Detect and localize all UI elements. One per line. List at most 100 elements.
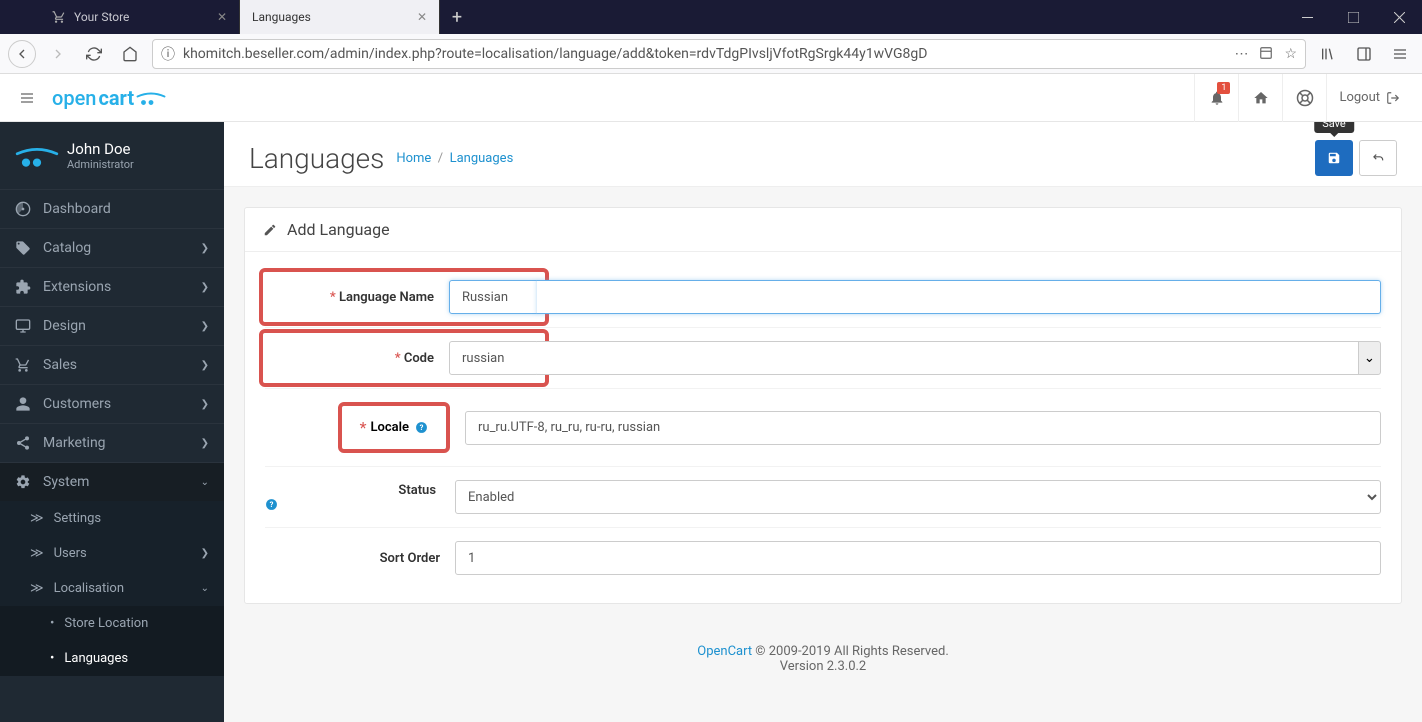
language-name-input[interactable] — [449, 280, 539, 314]
sidebar-subsub-languages[interactable]: • Languages — [0, 641, 224, 676]
profile-name: John Doe — [67, 140, 134, 158]
breadcrumb-home[interactable]: Home — [396, 151, 431, 166]
browser-toolbar: ⓘ khomitch.beseller.com/admin/index.php?… — [0, 34, 1422, 74]
page-header: Languages Home / Languages Save — [224, 122, 1422, 187]
home-link[interactable] — [1238, 74, 1282, 122]
browser-tab-0[interactable]: Your Store ✕ — [40, 0, 240, 34]
profile-block: John Doe Administrator — [0, 122, 224, 189]
form-panel: Add Language * Language Name * Code — [244, 207, 1402, 604]
breadcrumb-current[interactable]: Languages — [450, 151, 514, 166]
notification-badge: 1 — [1217, 82, 1230, 94]
star-icon[interactable]: ☆ — [1284, 46, 1297, 62]
chevron-right-icon: ❯ — [201, 438, 209, 449]
help-icon[interactable]: ? — [265, 498, 440, 511]
info-icon[interactable]: ⓘ — [161, 44, 175, 64]
forward-button[interactable] — [44, 40, 72, 68]
footer-version: Version 2.3.0.2 — [780, 659, 867, 674]
sub-chevron-icon: ≫ — [30, 546, 44, 561]
window-maximize[interactable] — [1330, 0, 1376, 34]
puzzle-icon — [15, 279, 31, 295]
sidebar-item-catalog[interactable]: Catalog ❯ — [0, 228, 224, 267]
sub-chevron-icon: ≫ — [30, 581, 44, 596]
sidebar-item-dashboard[interactable]: Dashboard — [0, 189, 224, 228]
desktop-icon — [15, 318, 31, 334]
profile-cart-icon — [15, 144, 55, 168]
chevron-down-icon: ⌄ — [201, 477, 209, 488]
sidebar-item-design[interactable]: Design ❯ — [0, 306, 224, 345]
dashboard-icon — [15, 201, 31, 217]
reload-button[interactable] — [80, 40, 108, 68]
cancel-button[interactable] — [1359, 140, 1397, 176]
tab-title: Languages — [252, 10, 311, 24]
help-link[interactable] — [1282, 74, 1326, 122]
sidebar-sub-settings[interactable]: ≫ Settings — [0, 501, 224, 536]
chevron-right-icon: ❯ — [201, 321, 209, 332]
chevron-right-icon: ❯ — [201, 243, 209, 254]
reader-icon[interactable] — [1258, 46, 1274, 62]
browser-tab-1[interactable]: Languages ✕ — [240, 0, 440, 34]
tag-icon — [15, 240, 31, 256]
sidebar-item-system[interactable]: System ⌄ — [0, 462, 224, 501]
share-icon — [15, 435, 31, 451]
chevron-right-icon: ❯ — [201, 282, 209, 293]
profile-role: Administrator — [67, 158, 134, 171]
help-icon[interactable]: ? — [415, 421, 428, 434]
bullet-icon: • — [50, 616, 54, 631]
user-icon — [15, 396, 31, 412]
sidebar-item-sales[interactable]: Sales ❯ — [0, 345, 224, 384]
code-dropdown-button[interactable]: ⌄ — [1358, 341, 1381, 375]
status-select[interactable]: Enabled — [455, 480, 1381, 514]
chevron-down-icon: ⌄ — [201, 583, 209, 594]
sidebar-item-marketing[interactable]: Marketing ❯ — [0, 423, 224, 462]
code-input-ext[interactable] — [537, 341, 1358, 375]
sub-chevron-icon: ≫ — [30, 511, 44, 526]
save-button[interactable] — [1315, 140, 1353, 176]
breadcrumb: Home / Languages — [396, 151, 513, 166]
gear-icon — [15, 474, 31, 490]
cart-icon — [15, 357, 31, 373]
app-header: opencart 1 Logout — [0, 74, 1422, 122]
menu-icon[interactable] — [1386, 40, 1414, 68]
sidebar-item-extensions[interactable]: Extensions ❯ — [0, 267, 224, 306]
language-name-input-ext[interactable] — [537, 280, 1381, 314]
menu-toggle[interactable] — [10, 81, 44, 115]
page-title: Languages — [249, 142, 384, 175]
sidebar-sub-localisation[interactable]: ≫ Localisation ⌄ — [0, 571, 224, 606]
content-area: Languages Home / Languages Save — [224, 122, 1422, 722]
sidebar-subsub-store-location[interactable]: • Store Location — [0, 606, 224, 641]
notifications-button[interactable]: 1 — [1194, 74, 1238, 122]
window-close[interactable] — [1376, 0, 1422, 34]
chevron-right-icon: ❯ — [201, 399, 209, 410]
library-icon[interactable] — [1314, 40, 1342, 68]
tab-title: Your Store — [74, 10, 129, 24]
new-tab-button[interactable]: + — [440, 0, 474, 34]
locale-input[interactable] — [465, 411, 1381, 445]
panel-heading: Add Language — [245, 208, 1401, 252]
sort-order-input[interactable] — [455, 541, 1381, 575]
chevron-right-icon: ❯ — [201, 360, 209, 371]
home-button[interactable] — [116, 40, 144, 68]
code-input[interactable] — [449, 341, 539, 375]
save-tooltip: Save — [1314, 122, 1354, 133]
pencil-icon — [263, 223, 277, 237]
more-icon[interactable]: ⋯ — [1234, 46, 1248, 62]
footer: OpenCart © 2009-2019 All Rights Reserved… — [224, 624, 1422, 694]
opencart-logo[interactable]: opencart — [52, 86, 166, 110]
sidebar-icon[interactable] — [1350, 40, 1378, 68]
url-text: khomitch.beseller.com/admin/index.php?ro… — [183, 46, 1226, 62]
sidebar-item-customers[interactable]: Customers ❯ — [0, 384, 224, 423]
back-button[interactable] — [8, 40, 36, 68]
browser-titlebar: Your Store ✕ Languages ✕ + — [0, 0, 1422, 34]
svg-text:?: ? — [420, 423, 424, 432]
tab-close-icon[interactable]: ✕ — [217, 10, 227, 24]
chevron-right-icon: ❯ — [201, 548, 209, 559]
window-minimize[interactable] — [1284, 0, 1330, 34]
sidebar-sub-users[interactable]: ≫ Users ❯ — [0, 536, 224, 571]
svg-text:?: ? — [270, 500, 274, 509]
sidebar: John Doe Administrator Dashboard Catalog… — [0, 122, 224, 722]
cart-icon — [52, 10, 66, 24]
footer-link[interactable]: OpenCart — [697, 644, 752, 659]
logout-button[interactable]: Logout — [1326, 74, 1412, 122]
url-bar[interactable]: ⓘ khomitch.beseller.com/admin/index.php?… — [152, 39, 1306, 69]
tab-close-icon[interactable]: ✕ — [417, 10, 427, 24]
